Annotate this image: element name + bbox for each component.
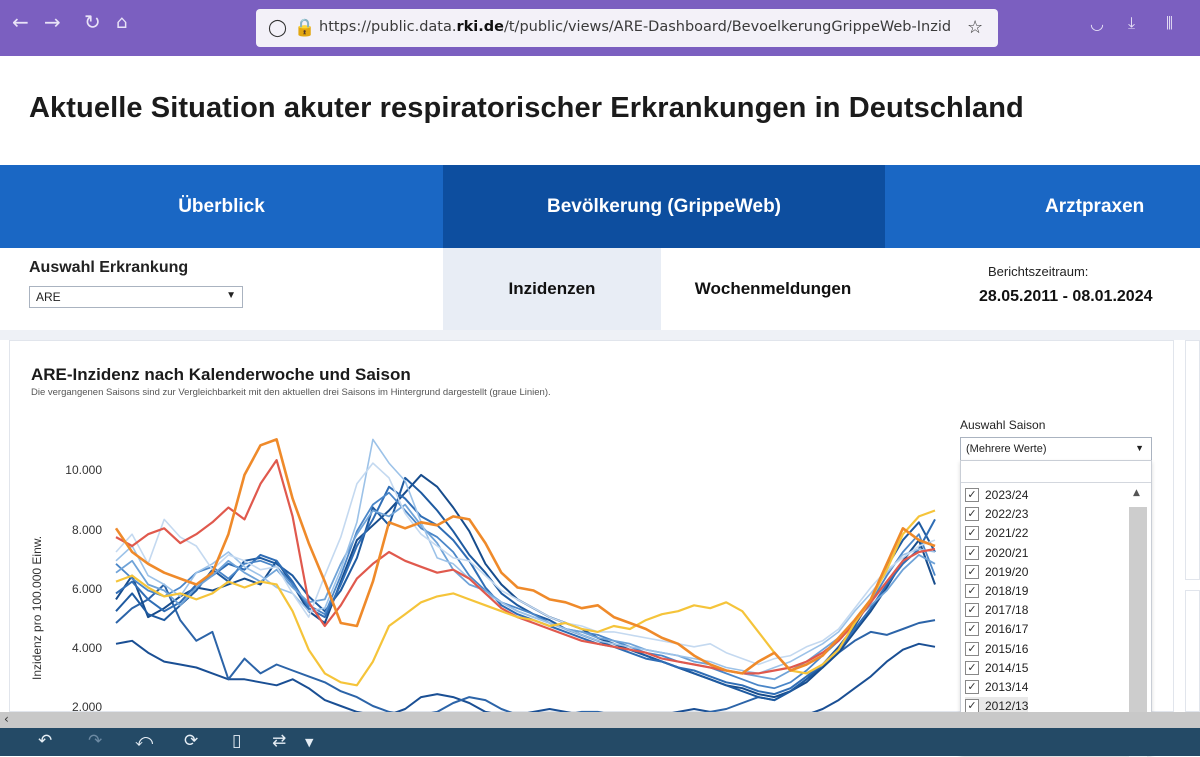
viz-toolbar: ↶ ↷ ⤺ ⟳ ▯ ⇄ ▼ <box>0 728 1200 756</box>
saison-option[interactable]: ✓ 2018/19 <box>965 582 1028 600</box>
saison-option-label: 2017/18 <box>985 603 1029 618</box>
saison-option-label: 2019/20 <box>985 564 1029 579</box>
revert-icon[interactable]: ⤺ <box>135 731 153 751</box>
checkbox-icon[interactable]: ✓ <box>965 603 979 618</box>
saison-option[interactable]: ✓ 2014/15 <box>965 659 1028 677</box>
saison-option-label: 2021/22 <box>985 526 1029 541</box>
saison-option-label: 2022/23 <box>985 507 1029 522</box>
pause-icon[interactable]: ▯ <box>232 731 241 751</box>
view-icon[interactable]: ⇄ <box>272 731 286 751</box>
saison-option[interactable]: ✓ 2019/20 <box>965 563 1028 581</box>
checkbox-icon[interactable]: ✓ <box>965 526 979 541</box>
saison-option-label: 2020/21 <box>985 545 1029 560</box>
checkbox-icon[interactable]: ✓ <box>965 680 979 694</box>
saison-option[interactable]: ✓ 2022/23 <box>965 505 1028 523</box>
checkbox-icon[interactable]: ✓ <box>965 641 979 656</box>
saison-option-label: 2016/17 <box>985 622 1029 637</box>
saison-option[interactable]: ✓ 2013/14 <box>965 678 1028 696</box>
saison-option-label: 2018/19 <box>985 584 1029 598</box>
saison-option-label: 2013/14 <box>985 680 1029 694</box>
season-line[interactable] <box>115 583 936 721</box>
scroll-left-icon[interactable]: ‹ <box>4 712 9 726</box>
horizontal-scrollbar[interactable]: ‹ <box>0 712 1200 728</box>
checkbox-icon[interactable]: ✓ <box>965 488 979 502</box>
checkbox-icon[interactable]: ✓ <box>965 564 979 579</box>
season-line[interactable] <box>115 503 936 681</box>
checkbox-icon[interactable]: ✓ <box>965 545 979 560</box>
saison-option-label: 2023/24 <box>985 488 1029 502</box>
saison-option-label: 2014/15 <box>985 660 1029 675</box>
refresh-data-icon[interactable]: ⟳ <box>184 731 198 751</box>
checkbox-icon[interactable]: ✓ <box>965 507 979 522</box>
checkbox-icon[interactable]: ✓ <box>965 660 979 675</box>
saison-option[interactable]: ✓ 2017/18 <box>965 601 1028 619</box>
redo-icon[interactable]: ↷ <box>88 731 102 751</box>
season-line[interactable] <box>114 438 936 675</box>
saison-option[interactable]: ✓ 2021/22 <box>965 524 1028 542</box>
undo-icon[interactable]: ↶ <box>38 731 52 751</box>
saison-option[interactable]: ✓ 2023/24 <box>965 486 1028 504</box>
saison-label: Auswahl Saison <box>960 418 1046 432</box>
saison-value: (Mehrere Werte) <box>966 443 1047 455</box>
season-line[interactable] <box>115 438 936 675</box>
saison-search-input[interactable] <box>961 461 1151 483</box>
checkbox-icon[interactable]: ✓ <box>965 622 979 637</box>
saison-option-label: 2015/16 <box>985 641 1029 656</box>
season-line[interactable] <box>115 639 936 721</box>
chevron-down-icon: ▼ <box>1135 443 1144 453</box>
saison-option[interactable]: ✓ 2016/17 <box>965 620 1028 638</box>
saison-option[interactable]: ✓ 2015/16 <box>965 640 1028 658</box>
chevron-up-icon[interactable]: ▲ <box>1133 488 1140 498</box>
scrollbar-thumb[interactable] <box>1129 507 1147 727</box>
saison-select[interactable]: (Mehrere Werte) ▼ <box>960 437 1152 461</box>
saison-option[interactable]: ✓ 2020/21 <box>965 544 1028 562</box>
checkbox-icon[interactable]: ✓ <box>965 584 979 598</box>
season-line[interactable] <box>115 485 936 696</box>
chevron-down-icon[interactable]: ▼ <box>305 736 313 749</box>
